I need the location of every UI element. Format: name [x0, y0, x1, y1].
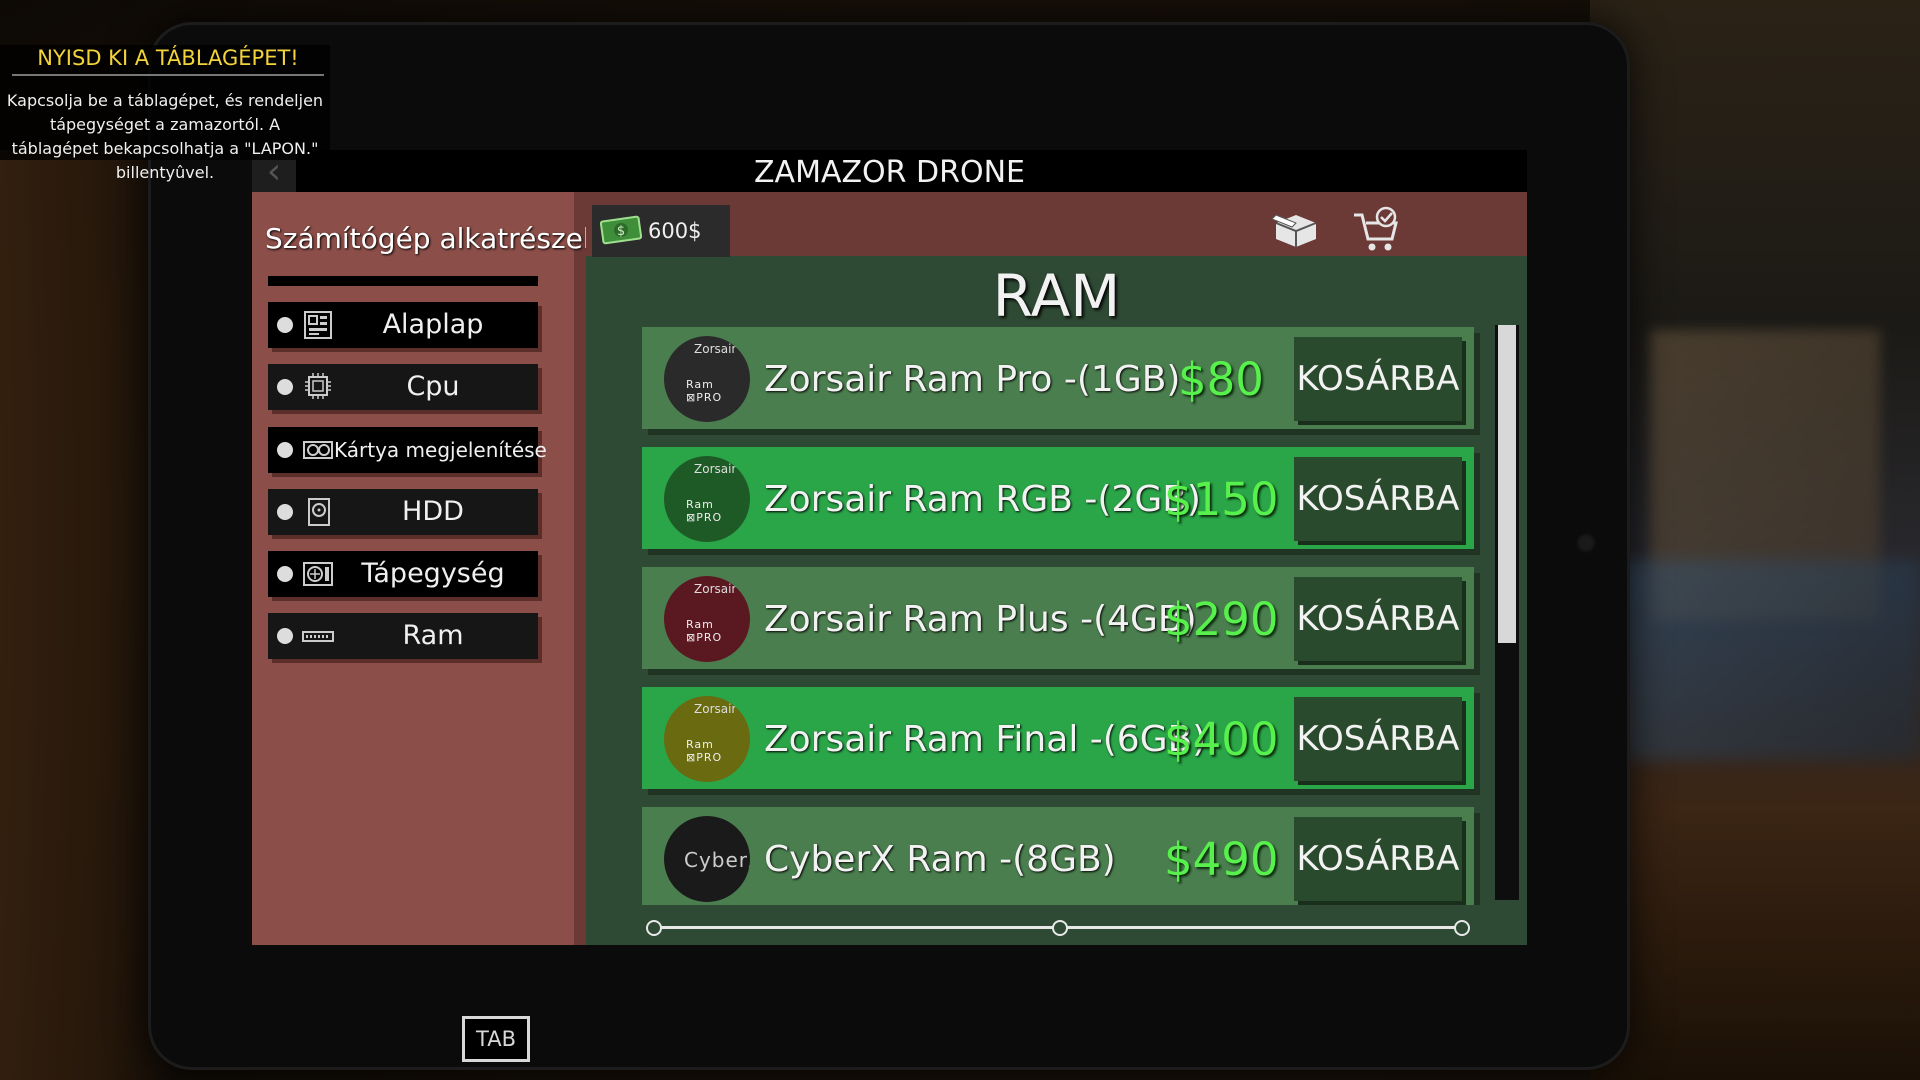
product-name: Zorsair Ram Plus -(4GB) — [764, 599, 1197, 640]
svg-text:$: $ — [617, 224, 625, 239]
category-label: Cpu — [406, 371, 460, 402]
brand-logo: Zorsair Ram ⊠PRO — [664, 336, 750, 422]
radio-button[interactable] — [277, 442, 293, 458]
slider-right-handle[interactable] — [1454, 920, 1470, 936]
product-row: Zorsair Ram ⊠PRO Zorsair Ram Plus -(4GB)… — [642, 567, 1474, 669]
package-icon[interactable] — [1268, 205, 1324, 255]
logo-brand: Zorsair — [694, 342, 737, 356]
sidebar-rule — [268, 276, 538, 286]
product-price: $290 — [1164, 593, 1279, 646]
add-to-cart-button[interactable]: KOSÁRBA — [1294, 577, 1462, 661]
logo-model: Ram ⊠PRO — [686, 738, 723, 764]
app-title: ZAMAZOR DRONE — [252, 150, 1527, 192]
add-to-cart-button[interactable]: KOSÁRBA — [1294, 697, 1462, 781]
cash-icon: $ — [600, 215, 642, 245]
product-name: Zorsair Ram Pro -(1GB) — [764, 359, 1181, 400]
add-to-cart-button[interactable]: KOSÁRBA — [1294, 817, 1462, 901]
radio-button[interactable] — [277, 379, 293, 395]
logo-brand: Zorsair — [694, 462, 737, 476]
brand-logo: CyberX — [664, 816, 750, 902]
product-name: Zorsair Ram RGB -(2GB) — [764, 479, 1201, 520]
logo-brand: Zorsair — [694, 702, 737, 716]
category-label: Tápegység — [361, 558, 505, 589]
section-heading: RAM — [992, 262, 1121, 330]
wallet: $ 600$ — [592, 205, 730, 257]
brand-logo: Zorsair Ram ⊠PRO — [664, 456, 750, 542]
category-label: Kártya megjelenítése — [334, 438, 547, 462]
logo-brand: Zorsair — [694, 582, 737, 596]
product-row: Zorsair Ram ⊠PRO Zorsair Ram Pro -(1GB) … — [642, 327, 1474, 429]
product-price: $400 — [1164, 713, 1279, 766]
category-cpu[interactable]: Cpu — [268, 364, 538, 410]
scrollbar-thumb[interactable] — [1498, 325, 1516, 643]
category-label: Alaplap — [382, 309, 484, 340]
radio-button[interactable] — [277, 628, 293, 644]
slider-center-handle[interactable] — [1052, 920, 1068, 936]
product-name: CyberX Ram -(8GB) — [764, 839, 1116, 880]
radio-button[interactable] — [277, 504, 293, 520]
category-label: HDD — [402, 496, 464, 527]
logo-model: CyberX — [684, 848, 750, 872]
logo-model: Ram ⊠PRO — [686, 498, 723, 524]
product-row: Zorsair Ram ⊠PRO Zorsair Ram RGB -(2GB) … — [642, 447, 1474, 549]
logo-model: Ram ⊠PRO — [686, 378, 723, 404]
product-row: Zorsair Ram ⊠PRO Zorsair Ram Final -(6GB… — [642, 687, 1474, 789]
add-to-cart-button[interactable]: KOSÁRBA — [1294, 337, 1462, 421]
sidebar-divider — [574, 192, 586, 945]
category-power-supply[interactable]: Tápegység — [268, 551, 538, 597]
product-row: CyberX CyberX Ram -(8GB) $490 KOSÁRBA — [642, 807, 1474, 905]
add-to-cart-button[interactable]: KOSÁRBA — [1294, 457, 1462, 541]
category-label: Ram — [402, 620, 464, 651]
product-name: Zorsair Ram Final -(6GB) — [764, 719, 1207, 760]
graphics-card-icon — [303, 441, 333, 459]
cart-check-icon[interactable] — [1350, 205, 1406, 255]
product-list[interactable]: Zorsair Ram ⊠PRO Zorsair Ram Pro -(1GB) … — [640, 325, 1480, 905]
tablet-camera — [1576, 533, 1596, 553]
tooltip-body: Kapcsolja be a táblagépet, és rendeljen … — [6, 91, 324, 182]
product-price: $80 — [1178, 353, 1264, 406]
brand-logo: Zorsair Ram ⊠PRO — [664, 696, 750, 782]
radio-button[interactable] — [277, 317, 293, 333]
category-graphics-card[interactable]: Kártya megjelenítése — [268, 427, 547, 473]
category-motherboard[interactable]: Alaplap — [268, 302, 538, 348]
sidebar-title: Számítógép alkatrészek — [265, 222, 600, 255]
tooltip-title: NYISD KI A TÁBLAGÉPET! — [12, 46, 324, 76]
logo-model: Ram ⊠PRO — [686, 618, 723, 644]
slider-left-handle[interactable] — [646, 920, 662, 936]
tab-key-hint: TAB — [462, 1016, 530, 1062]
category-hdd[interactable]: HDD — [268, 489, 538, 535]
product-price: $150 — [1164, 473, 1279, 526]
wallet-balance: 600$ — [648, 219, 702, 243]
category-ram[interactable]: Ram — [268, 613, 538, 659]
brand-logo: Zorsair Ram ⊠PRO — [664, 576, 750, 662]
product-price: $490 — [1164, 833, 1279, 886]
background-blue — [1620, 560, 1920, 760]
radio-button[interactable] — [277, 566, 293, 582]
horizontal-slider[interactable] — [634, 920, 1484, 936]
